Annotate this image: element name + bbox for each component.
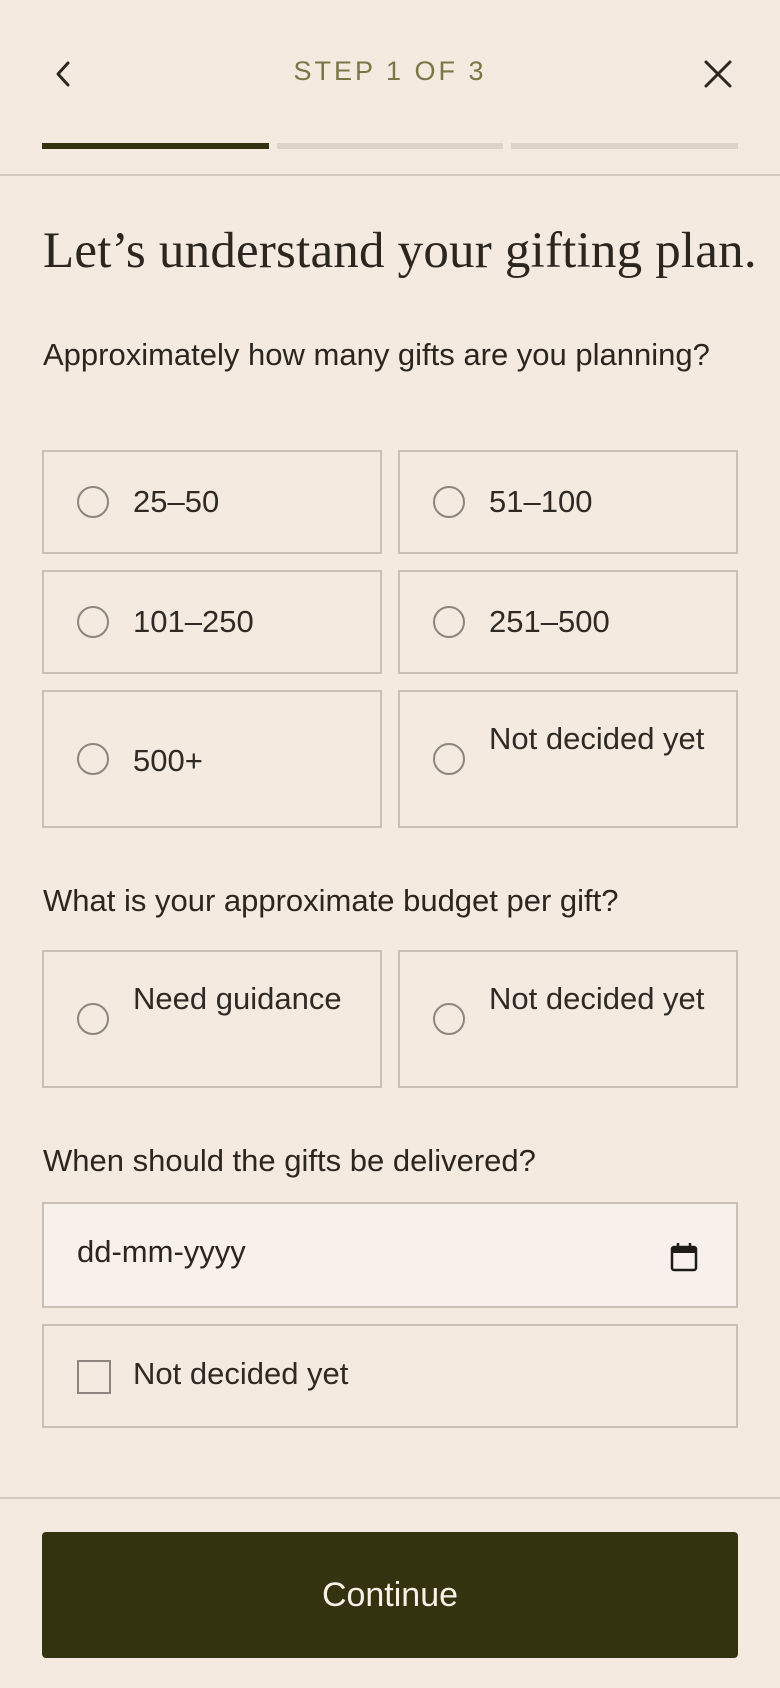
option-label: Not decided yet — [489, 721, 705, 756]
delivery-question: When should the gifts be delivered? — [43, 1143, 536, 1178]
option-label: 101–250 — [133, 604, 254, 639]
close-icon — [704, 60, 732, 88]
option-label: 500+ — [133, 743, 203, 778]
delivery-date-input[interactable]: dd-mm-yyyy — [42, 1202, 738, 1308]
option-gift-count-not-decided[interactable]: Not decided yet — [398, 690, 738, 828]
option-budget-not-decided[interactable]: Not decided yet — [398, 950, 738, 1088]
delivery-not-decided-checkbox[interactable]: Not decided yet — [42, 1324, 738, 1428]
option-label: Need guidance — [133, 981, 342, 1016]
radio-icon — [433, 606, 465, 638]
radio-icon — [433, 1003, 465, 1035]
date-placeholder: dd-mm-yyyy — [77, 1234, 246, 1269]
progress-bar — [42, 143, 739, 149]
option-gift-count-25-50[interactable]: 25–50 — [42, 450, 382, 554]
gift-count-question: Approximately how many gifts are you pla… — [43, 337, 710, 372]
radio-icon — [77, 606, 109, 638]
option-gift-count-101-250[interactable]: 101–250 — [42, 570, 382, 674]
radio-icon — [77, 486, 109, 518]
option-budget-need-guidance[interactable]: Need guidance — [42, 950, 382, 1088]
radio-icon — [433, 486, 465, 518]
option-gift-count-51-100[interactable]: 51–100 — [398, 450, 738, 554]
radio-icon — [77, 1003, 109, 1035]
option-label: 25–50 — [133, 484, 220, 519]
step-label: STEP 1 OF 3 — [293, 56, 487, 86]
page-title: Let’s understand your gifting plan. — [43, 223, 757, 279]
radio-icon — [433, 743, 465, 775]
option-label: Not decided yet — [489, 981, 705, 1016]
checkbox-icon — [77, 1360, 111, 1394]
progress-segment-1 — [42, 143, 269, 149]
header: STEP 1 OF 3 — [0, 0, 780, 176]
close-button[interactable] — [698, 50, 738, 98]
option-gift-count-251-500[interactable]: 251–500 — [398, 570, 738, 674]
progress-segment-2 — [276, 143, 504, 149]
continue-button[interactable]: Continue — [42, 1532, 738, 1658]
footer-divider — [0, 1497, 780, 1499]
calendar-icon[interactable] — [670, 1242, 698, 1272]
radio-icon — [77, 743, 109, 775]
budget-question: What is your approximate budget per gift… — [43, 883, 619, 918]
option-gift-count-500-plus[interactable]: 500+ — [42, 690, 382, 828]
option-label: 51–100 — [489, 484, 593, 519]
checkbox-label: Not decided yet — [133, 1356, 349, 1391]
progress-segment-3 — [511, 143, 739, 149]
option-label: 251–500 — [489, 604, 610, 639]
